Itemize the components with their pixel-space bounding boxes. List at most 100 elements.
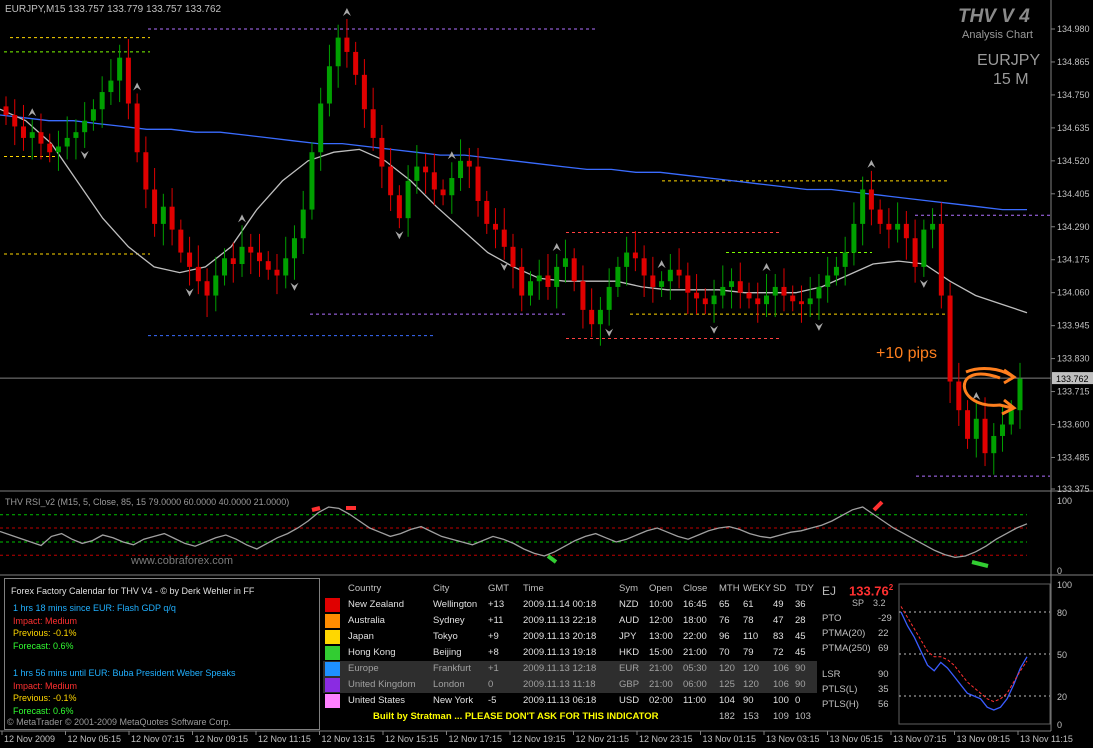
candle-body [20,126,26,138]
session-cell-city: New York [433,695,474,706]
candle-body [868,189,874,210]
candle-body [877,209,883,224]
candle-body [606,286,612,310]
candle-body [431,172,437,190]
candle-body [187,252,193,267]
candle-body [300,209,306,239]
session-cell-gmt: 0 [488,679,494,690]
price-tick-label: 134.980 [1057,24,1090,34]
time-tick-label: 13 Nov 01:15 [703,734,757,744]
session-cell-sd: 47 [773,615,784,626]
watermark: www.cobraforex.com [131,555,234,567]
calendar-event: 1 hrs 18 mins since EUR: Flash GDP q/q [13,603,176,613]
price-tick-label: 133.485 [1057,452,1090,462]
candle-body [816,286,822,299]
candle-body [1000,424,1006,436]
candle-body [825,275,831,287]
calendar-event: 1 hrs 56 mins until EUR: Buba President … [13,668,236,678]
fractal-arrow-icon [657,260,666,269]
ej-mini-chart [898,583,1051,725]
candle-body [99,92,105,110]
candle-body [108,80,114,93]
session-cell-city: Tokyo [433,631,458,642]
candle-body [956,381,962,411]
rsi-line [0,506,1028,559]
price-tick-label: 134.405 [1057,189,1090,199]
sessions-total-cell: 153 [743,711,759,722]
candle-body [737,281,743,293]
session-cell-country: Japan [348,631,374,642]
candle-body [720,286,726,296]
sessions-row: Australia Sydney +11 2009.11.13 22:18 AUD 12:… [323,613,817,629]
fractal-arrow-icon [395,231,404,240]
ej-stats-panel: EJ 133.762 SP 3.2 PTO -29 PTMA(20) 22 PTMA(2… [820,581,898,726]
sessions-column-header: MTH [719,583,740,594]
session-cell-close: 06:00 [683,679,707,690]
brand-subtitle: Analysis Chart [962,29,1033,41]
price-tick-label: 133.945 [1057,321,1090,331]
session-cell-mth: 104 [719,695,735,706]
ej-metric-value: 22 [878,628,889,639]
rsi-tick-label: 0 [1057,566,1062,576]
session-cell-sd: 72 [773,647,784,658]
candle-body [344,37,350,52]
candle-body [449,178,455,196]
ej-tick-label: 20 [1057,692,1067,702]
session-cell-city: London [433,679,465,690]
candle-body [912,238,918,267]
fractal-arrow-icon [185,288,194,297]
candle-body [90,109,96,121]
session-cell-open: 10:00 [649,599,673,610]
candle-body [73,132,79,138]
sessions-row: Japan Tokyo +9 2009.11.13 20:18 JPY 13:00 22:0… [323,629,817,645]
ej-metric-label: LSR [822,669,841,680]
session-cell-gmt: +8 [488,647,499,658]
time-tick-label: 12 Nov 17:15 [449,734,503,744]
calendar-previous: Previous: -0.1% [13,693,77,703]
session-cell-time: 2009.11.13 22:18 [523,615,597,626]
time-tick-label: 12 Nov 11:15 [258,734,311,744]
ej-metric-label: PTLS(L) [822,684,858,695]
time-tick-label: 13 Nov 05:15 [830,734,884,744]
ej-metric-label: PTMA(250) [822,643,871,654]
session-cell-sd: 83 [773,631,784,642]
session-cell-sym: HKD [619,647,640,658]
session-cell-tdy: 90 [795,679,806,690]
candle-body [764,295,769,305]
session-cell-sym: AUD [619,615,640,626]
candle-body [562,258,568,267]
candle-body [458,160,464,179]
fractal-arrow-icon [919,279,928,288]
session-cell-close: 21:00 [683,647,707,658]
candle-body [746,292,752,299]
sessions-header: Country City GMT Time Sym Open Close MTH WEKY SD T… [323,581,817,597]
price-tick-label: 133.600 [1057,420,1090,430]
candle-body [554,266,560,287]
session-cell-sd: 100 [773,695,789,706]
candle-body [326,66,332,104]
candle-body [475,166,481,201]
candle-body [283,258,289,276]
candle-body [685,275,691,293]
candle-body [3,106,9,115]
candle-body [781,286,787,296]
ej-spread-value: 3.2 [873,598,886,608]
fractal-arrow-icon [238,214,247,223]
candle-body [597,309,603,325]
candle-body [335,37,341,67]
candle-body [641,258,647,276]
session-cell-country: Europe [348,663,379,674]
sessions-column-header: Sym [619,583,638,594]
pips-annotation: +10 pips [876,345,937,362]
ej-metric-value: -29 [878,613,892,624]
time-tick-label: 12 Nov 21:15 [576,734,630,744]
session-color-swatch [325,630,340,644]
price-tick-label: 134.865 [1057,57,1090,67]
candle-body [615,266,621,287]
candle-body [798,301,804,305]
time-tick-label: 12 Nov 19:15 [512,734,566,744]
candle-body [143,152,149,190]
price-tick-label: 134.750 [1057,90,1090,100]
calendar-forecast: Forecast: 0.6% [13,641,74,651]
candle-body [379,137,385,167]
